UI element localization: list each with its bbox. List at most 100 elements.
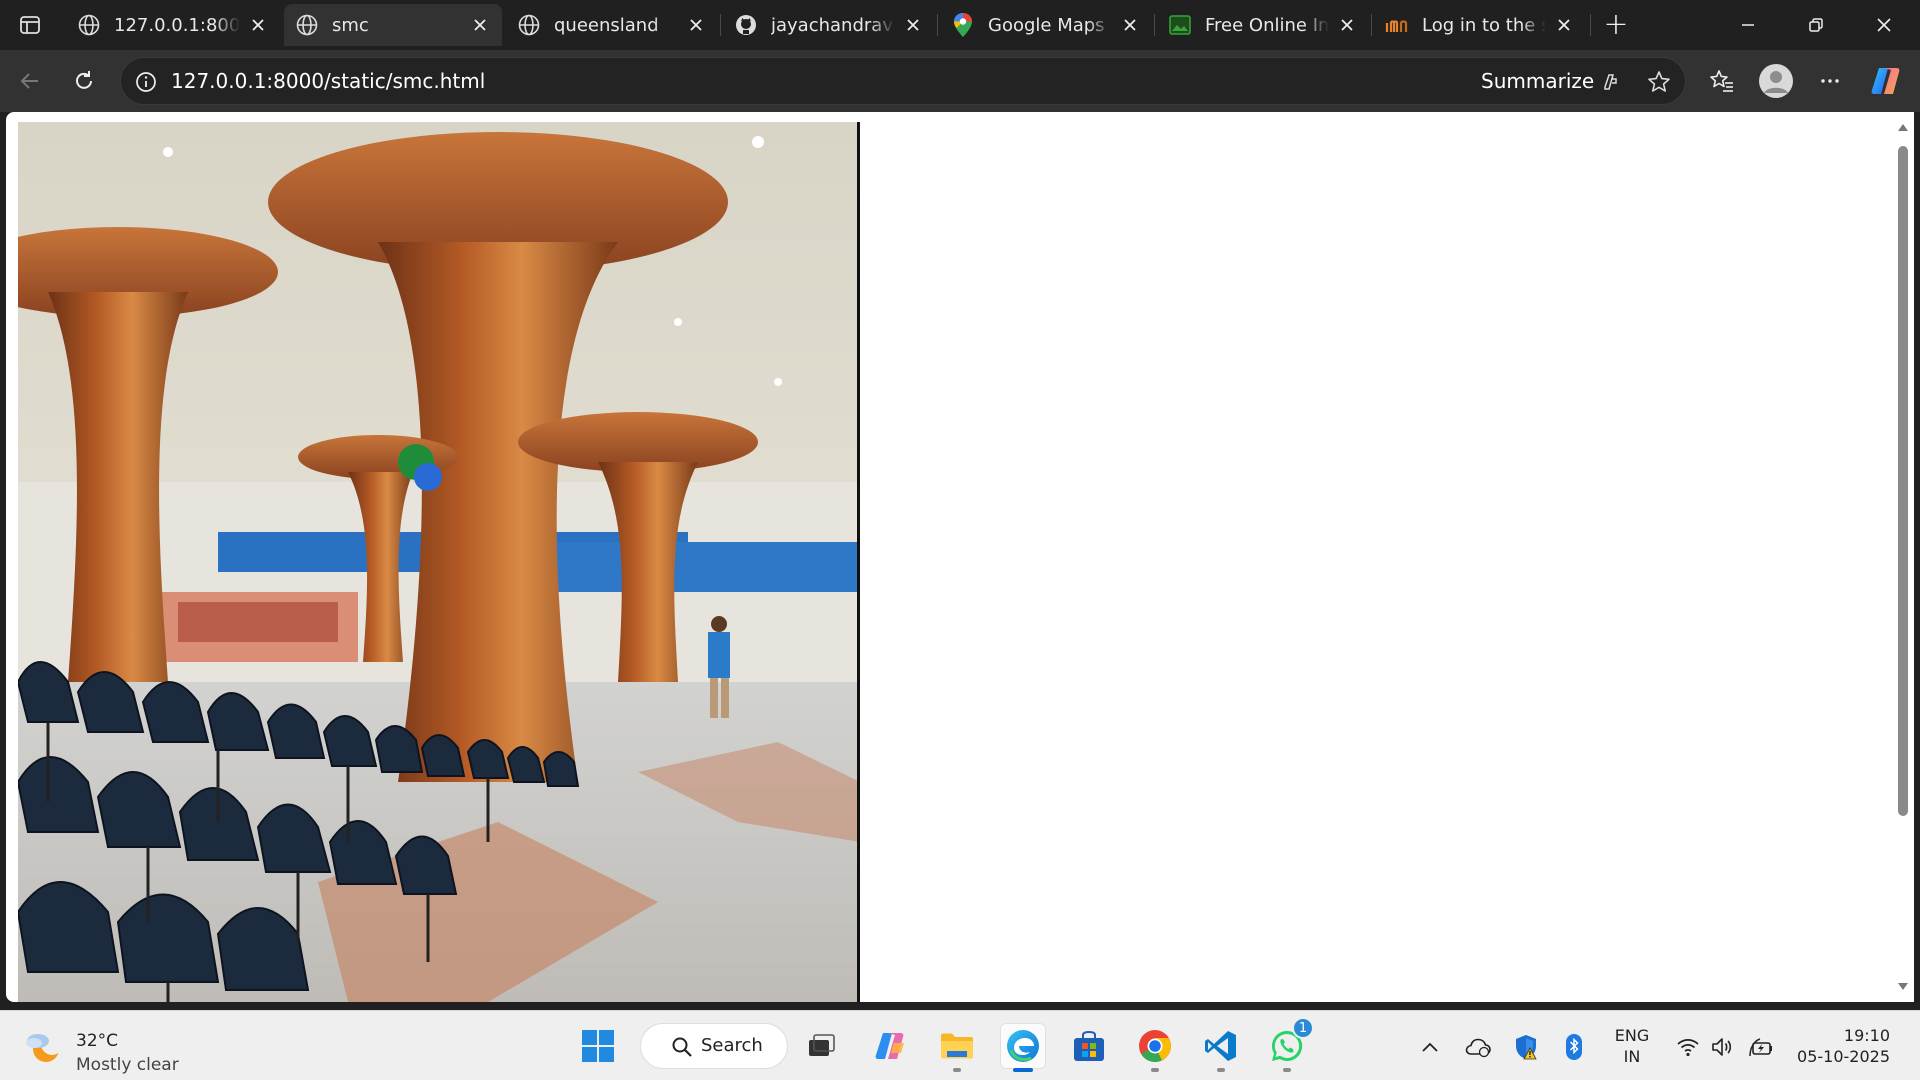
running-indicator (953, 1068, 961, 1072)
copilot-summarize-icon[interactable] (1597, 69, 1623, 95)
back-button[interactable] (10, 61, 50, 101)
file-explorer-button[interactable] (934, 1023, 980, 1072)
bluetooth-icon (1566, 1034, 1582, 1060)
shield-warning-icon (1516, 1035, 1537, 1060)
tab-separator (720, 14, 721, 36)
copilot-button[interactable] (1866, 61, 1906, 101)
copilot-icon (875, 1033, 904, 1059)
moodle-icon (1384, 12, 1410, 38)
system-clock[interactable]: 19:10 05-10-2025 (1790, 1025, 1890, 1067)
more-icon (1821, 79, 1839, 83)
star-icon[interactable] (1645, 68, 1673, 96)
tab-google-maps[interactable]: Google Maps (940, 4, 1152, 46)
refresh-button[interactable] (64, 61, 104, 101)
tab-separator (1590, 14, 1591, 36)
tab-title: 127.0.0.1:8000/static/smc.html (114, 14, 240, 36)
tab-smc[interactable]: smc (284, 4, 502, 46)
info-icon[interactable] (133, 69, 159, 95)
tab-image-editor[interactable]: Free Online Image (1157, 4, 1369, 46)
browser-toolbar: Summarize (0, 50, 1920, 112)
close-icon (1877, 18, 1891, 32)
volume-tray-button[interactable] (1708, 1033, 1736, 1061)
tab-title: Log in to the site (1422, 14, 1546, 36)
tab-actions-icon (20, 16, 40, 34)
profile-button[interactable] (1756, 61, 1796, 101)
wifi-tray-button[interactable] (1674, 1033, 1702, 1061)
task-view-button[interactable] (798, 1023, 844, 1069)
windows-logo-icon (582, 1030, 614, 1062)
summarize-button[interactable]: Summarize (1481, 58, 1594, 104)
taskbar-search[interactable]: Search (640, 1023, 788, 1069)
tab-localhost[interactable]: 127.0.0.1:8000/static/smc.html (66, 4, 280, 46)
folder-icon (941, 1033, 973, 1059)
tab-queensland[interactable]: queensland (506, 4, 718, 46)
close-icon[interactable] (684, 13, 708, 37)
battery-tray-button[interactable] (1746, 1033, 1774, 1061)
tab-github[interactable]: jayachandrav21 (723, 4, 935, 46)
microsoft-store-button[interactable] (1066, 1023, 1112, 1069)
restore-button[interactable] (1786, 6, 1846, 44)
running-indicator (1151, 1068, 1159, 1072)
tab-actions-button[interactable] (12, 9, 48, 41)
scroll-down-arrow-icon[interactable] (1896, 980, 1910, 994)
edge-button[interactable] (1000, 1023, 1046, 1072)
vscode-button[interactable] (1198, 1023, 1244, 1072)
notification-badge: 1 (1292, 1017, 1314, 1039)
windows-taskbar: 32°C Mostly clear Search 1 ENG IN 19:10 … (0, 1010, 1920, 1080)
weather-widget[interactable]: 32°C Mostly clear (24, 1021, 214, 1075)
edge-icon (1007, 1030, 1039, 1062)
whatsapp-button[interactable]: 1 (1264, 1017, 1314, 1072)
copilot-app-button[interactable] (868, 1023, 914, 1069)
minimize-icon (1742, 24, 1754, 26)
globe-icon (294, 12, 320, 38)
tab-separator (1371, 14, 1372, 36)
new-tab-button[interactable]: + (1598, 9, 1634, 41)
close-icon[interactable] (1118, 13, 1142, 37)
moon-cloud-icon (26, 1033, 63, 1062)
tab-title: Google Maps (988, 14, 1105, 36)
url-input[interactable] (171, 58, 1071, 104)
vertical-scrollbar[interactable] (1892, 112, 1914, 1002)
running-indicator (1283, 1068, 1291, 1072)
tab-moodle-login[interactable]: Log in to the site (1374, 4, 1586, 46)
minimize-button[interactable] (1718, 6, 1778, 44)
tab-strip: 127.0.0.1:8000/static/smc.html smc queen… (0, 0, 1920, 50)
chrome-button[interactable] (1132, 1023, 1178, 1072)
weather-condition: Mostly clear (76, 1055, 179, 1075)
vscode-icon (1205, 1031, 1236, 1061)
scroll-thumb[interactable] (1898, 146, 1908, 816)
task-view-icon (809, 1034, 835, 1056)
close-icon[interactable] (468, 13, 492, 37)
bluetooth-tray-button[interactable] (1560, 1033, 1588, 1061)
wifi-icon (1677, 1038, 1699, 1057)
close-window-button[interactable] (1854, 6, 1914, 44)
onedrive-tray-button[interactable] (1464, 1033, 1492, 1061)
clock-time: 19:10 (1843, 1026, 1890, 1045)
defender-tray-button[interactable] (1512, 1033, 1540, 1061)
running-indicator (1217, 1068, 1225, 1072)
close-icon[interactable] (1335, 13, 1359, 37)
close-icon[interactable] (901, 13, 925, 37)
favorites-button[interactable] (1702, 61, 1742, 101)
chevron-up-icon (1422, 1042, 1438, 1052)
close-icon[interactable] (246, 13, 270, 37)
chrome-icon (1139, 1030, 1171, 1062)
avatar (1759, 64, 1793, 98)
address-bar[interactable]: Summarize (120, 57, 1686, 105)
region-code: IN (1623, 1047, 1641, 1066)
scroll-up-arrow-icon[interactable] (1896, 120, 1910, 134)
globe-icon (76, 12, 102, 38)
input-language-indicator[interactable]: ENG IN (1610, 1025, 1654, 1067)
tab-title: Free Online Image (1205, 14, 1329, 36)
plus-icon: + (1603, 7, 1629, 42)
page-viewport (6, 112, 1892, 1002)
language-code: ENG (1614, 1026, 1650, 1045)
start-button[interactable] (575, 1023, 621, 1069)
onedrive-sync-icon (1465, 1038, 1491, 1058)
close-icon[interactable] (1552, 13, 1576, 37)
search-icon (672, 1037, 692, 1057)
tab-title: smc (332, 14, 369, 36)
tab-separator (1154, 14, 1155, 36)
more-menu-button[interactable] (1810, 61, 1850, 101)
show-hidden-icons-button[interactable] (1416, 1033, 1444, 1061)
